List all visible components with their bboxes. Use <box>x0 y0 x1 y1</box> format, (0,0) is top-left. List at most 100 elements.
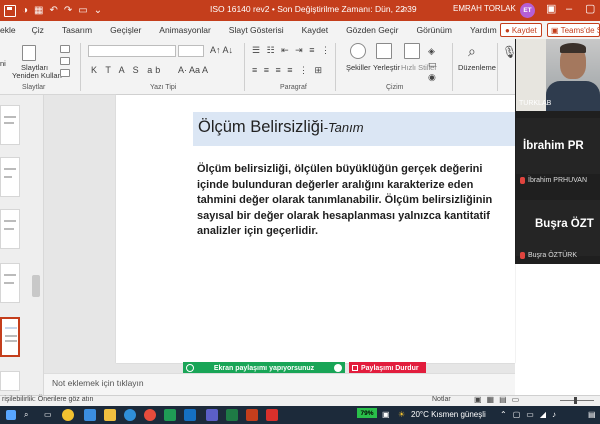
slide-title[interactable]: Ölçüm Belirsizliği-Tanım <box>198 118 364 137</box>
mail-icon[interactable] <box>84 409 96 421</box>
font-name-field[interactable] <box>88 45 176 57</box>
font-size-field[interactable] <box>178 45 204 57</box>
redo-icon[interactable]: ↷ <box>64 5 72 16</box>
camera-feed-label: TURKLAB <box>519 100 552 107</box>
powerpoint-icon[interactable] <box>246 409 258 421</box>
undo-icon[interactable]: ↶ <box>50 5 58 16</box>
tab-slide-show[interactable]: Slayt Gösterisi <box>229 25 284 35</box>
minimize-icon[interactable]: – <box>566 4 572 15</box>
thumbnail-scrollbar[interactable] <box>32 275 40 297</box>
shapes-icon[interactable] <box>350 43 366 59</box>
tab-view[interactable]: Görünüm <box>417 25 452 35</box>
grow-font-icon[interactable]: A↑ A↓ <box>210 45 233 55</box>
tab-review[interactable]: Gözden Geçir <box>346 25 398 35</box>
tab-draw[interactable]: Çiz <box>32 25 44 35</box>
more-icon[interactable]: ⌄ <box>94 5 102 16</box>
font-color-icon[interactable]: A· Aa A <box>178 65 208 75</box>
teams-button-label: Teams'de S <box>560 25 600 35</box>
notes-placeholder[interactable]: Not eklemek için tıklayın <box>52 378 144 388</box>
record-button[interactable]: ● Kaydet <box>500 23 542 37</box>
share-in-teams-button[interactable]: ▣ Teams'de S <box>547 23 600 37</box>
maximize-icon[interactable]: ▢ <box>585 4 595 15</box>
slide-thumbnail[interactable] <box>0 263 20 303</box>
quick-access-toolbar: ◑ ▦ ↶ ↷ ▭ ⌄ <box>0 4 200 17</box>
thumbnail-line <box>4 168 16 170</box>
quick-styles-icon[interactable] <box>404 43 420 59</box>
alignment-buttons-icon[interactable]: ≡ ≡ ≡ ≡ ⋮ ⊞ <box>252 65 324 76</box>
view-buttons-icon[interactable]: ▣▦▤▭ <box>474 395 524 404</box>
share-screen-icon <box>186 364 194 372</box>
sunflower-widget-icon[interactable] <box>62 409 74 421</box>
find-icon[interactable]: ⌕ <box>468 43 476 60</box>
arrange-label[interactable]: Yerleştir <box>373 63 400 72</box>
accessibility-status[interactable]: rişilebilirlik: Önerilere göz atın <box>2 396 93 403</box>
task-view-icon[interactable]: ▭ <box>44 410 52 419</box>
slide-thumbnail-selected[interactable] <box>0 317 20 357</box>
thumbnail-line <box>4 122 14 124</box>
thumbnail-line <box>4 282 14 284</box>
screen-sharing-label: Ekran paylaşımı yapıyorsunuz <box>213 364 315 372</box>
section-icon[interactable] <box>60 69 70 77</box>
tab-transitions[interactable]: Geçişler <box>110 25 141 35</box>
search-icon[interactable]: ⌕ <box>24 410 28 420</box>
group-slides-label: Slaytlar <box>22 84 46 91</box>
layout-icon[interactable] <box>60 45 70 53</box>
slide-thumbnail[interactable] <box>0 157 20 197</box>
reset-icon[interactable] <box>60 57 70 65</box>
edge-icon[interactable] <box>124 409 136 421</box>
teams-icon[interactable] <box>206 409 218 421</box>
slide-title-main: Ölçüm Belirsizliği <box>198 118 324 136</box>
file-explorer-icon[interactable] <box>104 409 116 421</box>
autosave-toggle-icon[interactable]: ◑ <box>22 5 28 16</box>
battery-indicator[interactable]: 79% <box>357 408 377 418</box>
thumbnail-line <box>4 228 14 230</box>
tab-animations[interactable]: Animasyonlar <box>159 25 211 35</box>
slide-thumbnail[interactable] <box>0 371 20 391</box>
weather-status[interactable]: 20°C Kısmen güneşli <box>411 410 486 419</box>
shape-fill-icons[interactable]: ◈ ▭ ◉ <box>428 45 437 84</box>
avatar[interactable]: ET <box>520 3 535 18</box>
word-icon[interactable] <box>184 409 196 421</box>
ribbon: ni Slaytları Yeniden Kullan Slaytlar A↑ … <box>0 39 517 95</box>
save-icon[interactable] <box>4 4 16 17</box>
shapes-label[interactable]: Şekiller <box>346 63 371 72</box>
pin-icon[interactable] <box>334 364 342 372</box>
new-slide-partial-label[interactable]: ni <box>0 59 6 68</box>
mic-muted-icon <box>520 177 525 184</box>
teams-icon: ▣ <box>551 25 559 35</box>
start-icon[interactable] <box>6 410 16 420</box>
notes-toggle[interactable]: Notlar <box>432 396 451 403</box>
participant-display-name: Buşra ÖZT <box>535 218 594 230</box>
group-paragraph-label: Paragraf <box>280 84 307 91</box>
slide-body-text[interactable]: Ölçüm belirsizliği, ölçülen büyüklüğün g… <box>197 162 515 240</box>
tab-record[interactable]: Kaydet <box>302 25 328 35</box>
zoom-slider-thumb[interactable] <box>574 397 577 404</box>
participant-name: İbrahim PRHUVAN <box>528 177 587 184</box>
ribbon-display-icon[interactable]: ▣ <box>546 4 556 15</box>
stop-share-icon <box>352 365 358 371</box>
arrange-icon[interactable] <box>376 43 392 59</box>
acrobat-icon[interactable] <box>266 409 278 421</box>
chrome-icon[interactable] <box>144 409 156 421</box>
slide-thumbnail[interactable] <box>0 105 20 145</box>
system-tray-icons[interactable]: ⌃▢▭◢♪ <box>500 410 562 419</box>
slide-thumbnail[interactable] <box>0 209 20 249</box>
list-buttons-icon[interactable]: ☰ ☷ ⇤ ⇥ ≡ ⋮ <box>252 45 332 56</box>
divider <box>452 43 453 91</box>
search-icon[interactable]: ⌕ <box>402 4 408 15</box>
grid-icon[interactable]: ▦ <box>34 5 43 16</box>
tab-insert[interactable]: ekle <box>0 25 16 35</box>
app-icon[interactable] <box>164 409 176 421</box>
notification-icon[interactable]: ▤ <box>588 410 596 419</box>
taskbar-app-icon[interactable]: ▣ <box>382 410 390 419</box>
tab-design[interactable]: Tasarım <box>62 25 92 35</box>
zoom-slider[interactable] <box>560 400 594 401</box>
user-name[interactable]: EMRAH TORLAK <box>453 4 516 13</box>
reuse-slides-label-2[interactable]: Yeniden Kullan <box>12 71 62 80</box>
present-icon[interactable]: ▭ <box>78 5 87 16</box>
editing-label[interactable]: Düzenleme <box>458 63 496 72</box>
reuse-slides-icon[interactable] <box>22 45 36 61</box>
excel-icon[interactable] <box>226 409 238 421</box>
font-format-buttons[interactable]: K T A S ab <box>91 65 163 75</box>
tab-help[interactable]: Yardım <box>470 25 497 35</box>
